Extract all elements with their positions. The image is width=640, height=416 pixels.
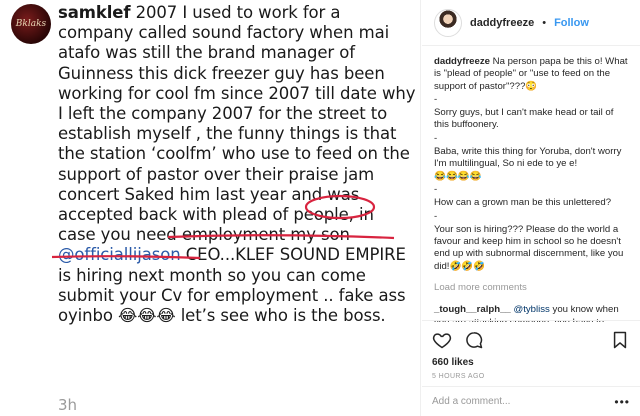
image-comment-part-1: 2007 I used to work for a company called… <box>58 3 416 204</box>
image-comment-time: 3h <box>58 396 78 414</box>
action-bar: 660 likes 5 HOURS AGO <box>422 320 640 380</box>
image-avatar: Bklaks <box>11 4 51 44</box>
comment-username[interactable]: _tough__ralph__ <box>434 304 511 315</box>
caption-line: Sorry guys, but I can't make head or tai… <box>434 107 614 131</box>
comments-list[interactable]: daddyfreeze Na person papa be this o! Wh… <box>422 46 640 322</box>
caption-line: - <box>434 210 438 222</box>
add-comment-bar: ••• <box>422 386 640 416</box>
caption-line: - <box>434 183 438 195</box>
image-comment-text: samklef 2007 I used to work for a compan… <box>58 3 416 326</box>
caption-username[interactable]: daddyfreeze <box>434 56 490 67</box>
image-comment-mention: @officiallijason <box>58 245 181 265</box>
separator-dot: • <box>542 16 547 29</box>
action-icons <box>432 329 630 351</box>
image-comment-username: samklef <box>58 3 131 22</box>
circled-word: Saked <box>124 184 175 204</box>
post-timestamp[interactable]: 5 HOURS AGO <box>432 373 630 380</box>
post-image: Bklaks samklef 2007 I used to work for a… <box>0 0 421 416</box>
caption-line: Baba, write this thing for Yoruba, don't… <box>434 146 622 170</box>
caption-line: - <box>434 132 438 144</box>
comment-icon[interactable] <box>464 330 484 350</box>
follow-button[interactable]: Follow <box>554 17 589 29</box>
heart-icon[interactable] <box>432 330 452 350</box>
image-comment-part-2: him last year and <box>174 184 328 204</box>
comment-mention[interactable]: @tybliss <box>513 304 549 315</box>
caption: daddyfreeze Na person papa be this o! Wh… <box>434 56 628 93</box>
underlined-phrase-2: plead of people, <box>222 205 354 225</box>
load-more-comments-link[interactable]: Load more comments <box>434 282 628 294</box>
caption-line: 😂😂😂😂 <box>434 170 482 182</box>
comment-input[interactable] <box>432 396 615 407</box>
post-header: daddyfreeze • Follow <box>422 0 640 46</box>
caption-line: Your son is hiring??? Please do the worl… <box>434 223 624 272</box>
more-options-icon[interactable]: ••• <box>614 395 630 409</box>
author-username[interactable]: daddyfreeze <box>470 17 534 29</box>
author-avatar[interactable] <box>434 8 462 37</box>
bookmark-icon[interactable] <box>610 330 630 350</box>
caption-line: How can a grown man be this unlettered? <box>434 197 612 209</box>
caption-line: - <box>434 93 438 105</box>
image-avatar-text: Bklaks <box>15 19 47 29</box>
post-sidebar: daddyfreeze • Follow daddyfreeze Na pers… <box>422 0 640 416</box>
likes-count[interactable]: 660 likes <box>432 357 630 368</box>
